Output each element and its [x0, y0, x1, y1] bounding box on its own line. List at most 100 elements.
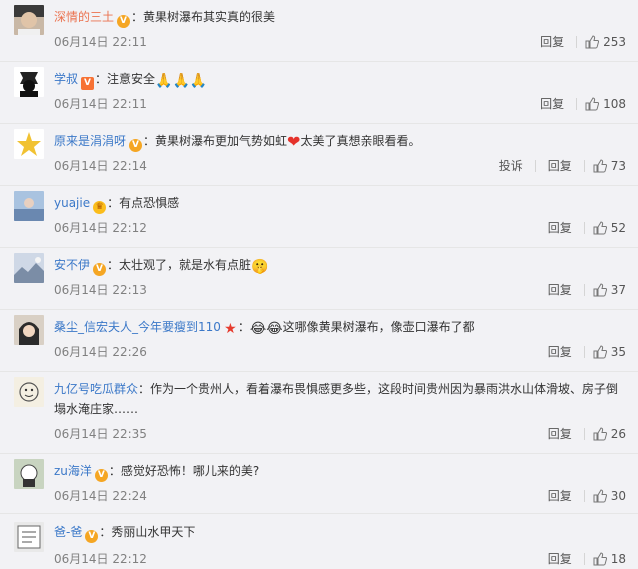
comment-time: 06月14日 22:26 — [54, 345, 147, 359]
report-button[interactable]: 投诉 — [499, 158, 523, 174]
reply-button[interactable]: 回复 — [548, 158, 572, 174]
username-link[interactable]: 原来是涓涓呀 — [54, 134, 126, 148]
verified-badge-icon: V — [129, 139, 143, 152]
laughing-emoji-icon: 😂😂 — [249, 321, 283, 337]
crown-badge-icon: ♛ — [93, 201, 107, 214]
thumbs-up-icon — [593, 345, 607, 359]
comment-item: 学叔 V ：注意安全🙏🙏🙏 06月14日 22:11 回复 108 — [0, 62, 638, 124]
username-link[interactable]: 爸-爸 — [54, 525, 82, 539]
like-button[interactable]: 18 — [593, 551, 626, 567]
like-count: 108 — [603, 97, 626, 111]
like-count: 253 — [603, 35, 626, 49]
comment-text: 感觉好恐怖！哪儿来的美? — [120, 464, 260, 478]
username-link[interactable]: 深情的三土 — [54, 10, 114, 24]
thumbs-up-icon — [593, 159, 607, 173]
divider — [583, 222, 585, 234]
reply-button[interactable]: 回复 — [548, 551, 572, 567]
divider — [583, 284, 585, 296]
comment-text: 秀丽山水甲天下 — [111, 525, 196, 539]
reply-button[interactable]: 回复 — [548, 282, 572, 298]
divider — [583, 553, 585, 565]
like-button[interactable]: 30 — [593, 488, 626, 504]
colon: ： — [131, 10, 144, 24]
thumbs-up-icon — [593, 552, 607, 566]
divider — [534, 160, 536, 172]
reply-button[interactable]: 回复 — [548, 426, 572, 442]
like-button[interactable]: 35 — [593, 344, 626, 360]
avatar[interactable] — [14, 377, 44, 407]
thumbs-up-icon — [585, 97, 600, 111]
verified-badge-icon: V — [81, 77, 95, 90]
like-button[interactable]: 37 — [593, 282, 626, 298]
comment-time: 06月14日 22:11 — [54, 35, 147, 49]
comment-text: 注意安全 — [107, 72, 156, 86]
avatar[interactable] — [14, 67, 44, 97]
comment-text: 这哪像黄果树瀑布，像壶口瀑布了都 — [282, 320, 475, 334]
like-count: 73 — [610, 159, 626, 173]
like-button[interactable]: 26 — [593, 426, 626, 442]
avatar[interactable] — [14, 253, 44, 283]
divider — [576, 98, 578, 110]
avatar[interactable] — [14, 191, 44, 221]
comment-time: 06月14日 22:24 — [54, 489, 147, 503]
like-count: 30 — [610, 489, 626, 503]
comment-time: 06月14日 22:11 — [54, 97, 147, 111]
comment-time: 06月14日 22:14 — [54, 159, 147, 173]
thumbs-up-icon — [585, 35, 600, 49]
verified-badge-icon: V — [94, 469, 108, 482]
username-link[interactable]: yuajie — [54, 196, 90, 210]
username-link[interactable]: 安不伊 — [54, 258, 90, 272]
like-count: 26 — [610, 427, 626, 441]
like-button[interactable]: 108 — [585, 96, 626, 112]
thumbs-up-icon — [593, 283, 607, 297]
comment-time: 06月14日 22:13 — [54, 283, 147, 297]
comment-item: 深情的三土 V ：黄果树瀑布其实真的很美 06月14日 22:11 回复 253 — [0, 0, 638, 62]
verified-badge-icon: V — [85, 530, 99, 543]
avatar[interactable] — [14, 129, 44, 159]
avatar[interactable] — [14, 5, 44, 35]
avatar[interactable] — [14, 522, 44, 552]
like-button[interactable]: 52 — [593, 220, 626, 236]
reply-button[interactable]: 回复 — [540, 96, 564, 112]
pray-emoji-icon: 🙏🙏🙏 — [155, 73, 208, 89]
divider — [583, 346, 585, 358]
comment-time: 06月14日 22:12 — [54, 221, 147, 235]
star-badge-icon: ★ — [224, 321, 237, 337]
divider — [583, 428, 585, 440]
avatar[interactable] — [14, 459, 44, 489]
reply-button[interactable]: 回复 — [548, 344, 572, 360]
username-link[interactable]: zu海洋 — [54, 464, 92, 478]
like-button[interactable]: 73 — [593, 158, 626, 174]
comment-item: yuajie ♛ ：有点恐惧感 06月14日 22:12 回复 52 — [0, 186, 638, 248]
shush-emoji-icon: 🤫 — [251, 259, 269, 275]
thumbs-up-icon — [593, 489, 607, 503]
comment-time: 06月14日 22:12 — [54, 552, 147, 566]
comment-text-continued: 太美了真想亲眼看看。 — [300, 134, 421, 148]
comment-item: zu海洋 V ：感觉好恐怖！哪儿来的美? 06月14日 22:24 回复 30 — [0, 454, 638, 514]
username-link[interactable]: 桑尘_信宏夫人_今年要瘦到110 — [54, 320, 221, 334]
comment-item: 原来是涓涓呀 V ：黄果树瀑布更加气势如虹❤太美了真想亲眼看看。 06月14日 22… — [0, 124, 638, 186]
comment-list: 深情的三土 V ：黄果树瀑布其实真的很美 06月14日 22:11 回复 253 学… — [0, 0, 638, 569]
like-button[interactable]: 253 — [585, 34, 626, 50]
like-count: 37 — [610, 283, 626, 297]
thumbs-up-icon — [593, 427, 607, 441]
comment-item: 爸-爸 V ：秀丽山水甲天下 06月14日 22:12 回复 18 — [0, 514, 638, 569]
username-link[interactable]: 学叔 — [54, 72, 78, 86]
comment-item: 安不伊 V ：太壮观了，就是水有点脏🤫 06月14日 22:13 回复 37 — [0, 248, 638, 310]
like-count: 35 — [610, 345, 626, 359]
verified-badge-icon: V — [93, 263, 107, 276]
reply-button[interactable]: 回复 — [548, 488, 572, 504]
reply-button[interactable]: 回复 — [540, 34, 564, 50]
verified-badge-icon: V — [117, 15, 131, 28]
like-count: 18 — [610, 552, 626, 566]
comment-text: 黄果树瀑布其实真的很美 — [143, 10, 276, 24]
divider — [583, 490, 585, 502]
comment-item: 桑尘_信宏夫人_今年要瘦到110 ★：😂😂这哪像黄果树瀑布，像壶口瀑布了都 06月… — [0, 310, 638, 372]
avatar[interactable] — [14, 315, 44, 345]
reply-button[interactable]: 回复 — [548, 220, 572, 236]
thumbs-up-icon — [593, 221, 607, 235]
comment-text: 有点恐惧感 — [119, 196, 180, 210]
comment-item: 九亿号吃瓜群众：作为一个贵州人，看着瀑布畏惧感更多些，这段时间贵州因为暴雨洪水山… — [0, 372, 638, 454]
username-link[interactable]: 九亿号吃瓜群众 — [54, 382, 138, 396]
divider — [583, 160, 585, 172]
